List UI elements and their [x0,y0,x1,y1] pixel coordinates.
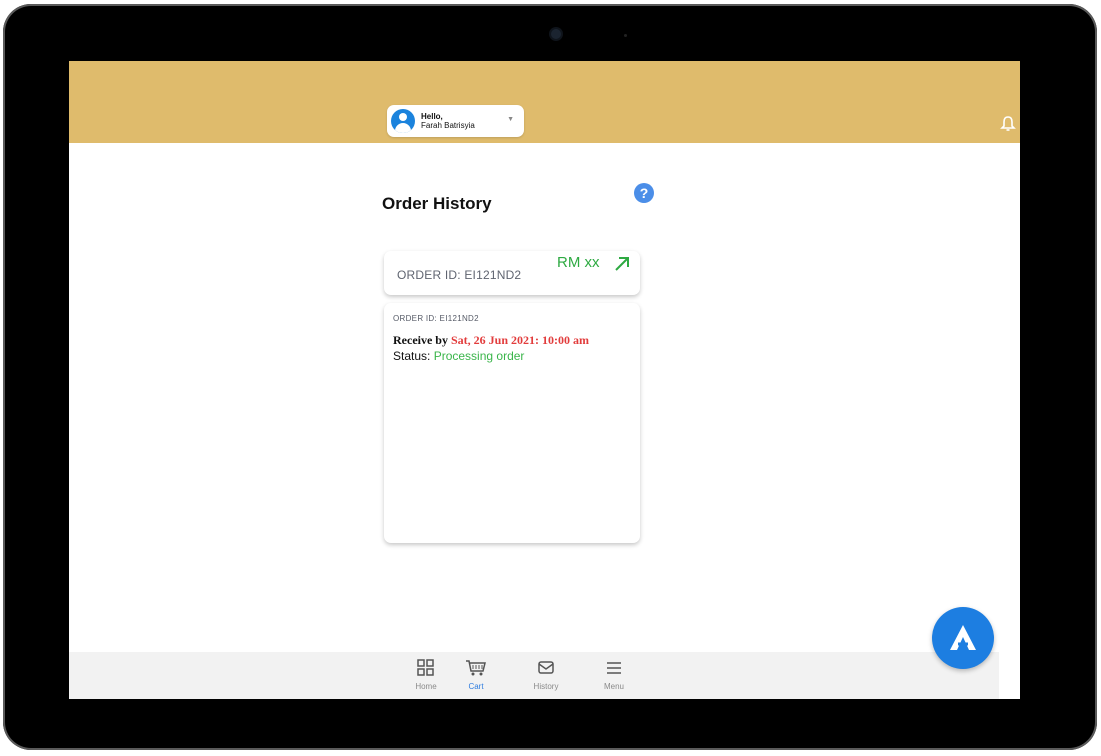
nav-home[interactable]: Home [401,659,451,691]
chevron-down-icon: ▼ [507,116,514,123]
sensor [624,34,627,37]
arrow-up-right-icon[interactable] [613,255,631,273]
nav-home-label: Home [415,682,437,691]
page-title: Order History [382,194,492,213]
status-label: Status: [393,349,431,363]
order-status-line: Status: Processing order [393,349,524,363]
order-summary-card[interactable]: ORDER ID: EI121ND2 RM xx [384,251,640,295]
app-screen: Hello, Farah Batrisyia ▼ Order History ?… [69,61,1020,699]
receive-by-line: Receive by Sat, 26 Jun 2021: 10:00 am [393,333,589,348]
help-icon[interactable]: ? [634,183,654,203]
nav-menu-label: Menu [603,682,624,691]
order-detail-card: ORDER ID: EI121ND2 Receive by Sat, 26 Ju… [384,303,640,543]
greeting-text: Hello, [421,112,443,121]
nav-history[interactable]: History [521,659,571,691]
nav-cart[interactable]: Cart [451,659,501,691]
nav-history-label: History [533,682,559,691]
camera [551,29,561,39]
tablet-frame: Hello, Farah Batrisyia ▼ Order History ?… [3,4,1097,750]
user-profile-selector[interactable]: Hello, Farah Batrisyia ▼ [387,105,524,137]
top-header: Hello, Farah Batrisyia ▼ [69,61,1020,143]
bottom-navigation: Home Cart History Menu [69,652,999,699]
status-value: Processing order [433,349,525,363]
order-amount: RM xx [557,254,600,271]
bell-icon[interactable] [1000,115,1016,133]
receive-label: Receive by [393,333,448,347]
nav-cart-label: Cart [468,682,484,691]
cart-icon [466,660,486,676]
app-logo-icon [950,625,976,650]
user-name: Farah Batrisyia [421,121,475,130]
nav-menu[interactable]: Menu [589,659,639,691]
order-detail-id: ORDER ID: EI121ND2 [393,314,479,323]
grid-icon [417,659,434,676]
assistant-button[interactable] [932,607,994,669]
mail-icon [538,661,554,674]
order-id-label: ORDER ID: EI121ND2 [397,268,522,282]
menu-icon [607,662,621,674]
user-avatar-icon [391,109,415,133]
receive-date: Sat, 26 Jun 2021: 10:00 am [450,333,589,347]
